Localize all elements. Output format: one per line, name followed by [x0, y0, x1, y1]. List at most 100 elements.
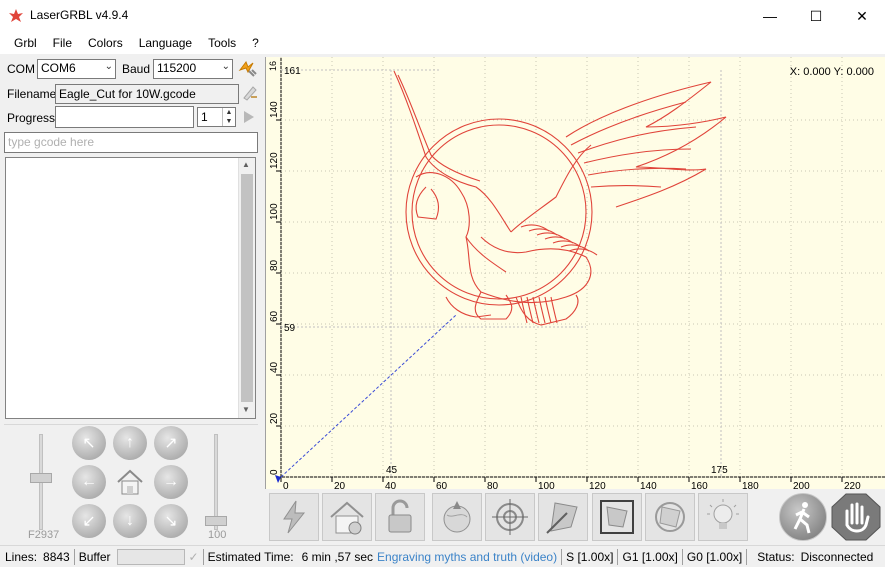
lines-label: Lines:	[5, 549, 38, 564]
jog-up-right-button[interactable]: ↗	[154, 426, 188, 460]
lines-count: 8843	[43, 549, 70, 564]
maximize-icon: ☐	[809, 7, 823, 24]
home-icon	[330, 501, 364, 535]
frame-box-icon	[600, 500, 634, 534]
reset-grbl-button[interactable]	[269, 493, 319, 541]
x-marker-right: 175	[711, 465, 728, 476]
step-size-label: 100	[208, 529, 227, 541]
x-tick-label: 120	[589, 481, 606, 489]
spindle-override[interactable]: S [1.00x]	[566, 550, 613, 564]
status-label: Status:	[757, 549, 795, 564]
scroll-thumb[interactable]	[241, 174, 253, 402]
menu-language[interactable]: Language	[131, 36, 200, 50]
buffer-check-icon: ✓	[188, 549, 199, 564]
arrow-up-icon: ↑	[126, 434, 134, 451]
filename-label: Filename	[7, 87, 57, 101]
y-tick-label: 40	[269, 361, 280, 373]
progress-label: Progress	[7, 111, 56, 125]
baud-rate-select[interactable]: 115200 ⌄	[153, 59, 233, 79]
globe-center-icon	[443, 501, 471, 533]
y-tick-label: 20	[269, 412, 280, 424]
x-tick-label: 180	[742, 481, 759, 489]
jog-up-button[interactable]: ↑	[113, 426, 147, 460]
resume-button[interactable]	[779, 493, 827, 541]
estimated-time-label: Estimated Time:	[207, 549, 294, 564]
buffer-label: Buffer	[78, 549, 111, 564]
step-slider-thumb[interactable]	[205, 515, 227, 526]
jog-left-button[interactable]: ←	[72, 465, 106, 499]
jog-down-button[interactable]: ↓	[113, 504, 147, 538]
x-tick-label: 160	[691, 481, 708, 489]
y-tick-partial: 16	[268, 61, 278, 71]
y-tick-label: 0	[269, 469, 280, 475]
gcode-command-input[interactable]: type gcode here	[4, 132, 258, 153]
engraving-video-link[interactable]: Engraving myths and truth (video)	[377, 550, 557, 564]
com-port-select[interactable]: COM6 ⌄	[37, 59, 116, 79]
connection-status: Disconnected	[800, 549, 874, 564]
connect-icon[interactable]	[236, 58, 258, 80]
scroll-up-icon[interactable]: ▲	[242, 160, 250, 169]
homing-button[interactable]	[322, 493, 372, 541]
title-bar: LaserGRBL v4.9.4 — ☐ ✕	[0, 0, 885, 32]
menu-grbl[interactable]: Grbl	[6, 36, 45, 50]
jog-down-right-button[interactable]: ↘	[154, 504, 188, 538]
preview-plot: 0 20 40 60 80 100 120 140 160 180 200 220 0 20 40 60 80…	[266, 57, 885, 492]
arrow-right-icon: →	[163, 473, 179, 490]
com-label: COM	[7, 62, 35, 76]
arrow-down-icon: ↓	[126, 512, 134, 529]
x-tick-label: 100	[538, 481, 555, 489]
console-log[interactable]: ▲ ▼	[5, 157, 256, 419]
laser-focus-button[interactable]	[698, 493, 748, 541]
x-tick-label: 0	[283, 481, 289, 489]
menu-file[interactable]: File	[45, 36, 80, 50]
g1-override[interactable]: G1 [1.00x]	[622, 550, 677, 564]
menu-help[interactable]: ?	[244, 36, 267, 50]
gcode-preview-canvas[interactable]: 0 20 40 60 80 100 120 140 160 180 200 220 0 20 40 60 80…	[265, 57, 885, 492]
y-tick-label: 120	[269, 152, 280, 169]
y-tick-label: 140	[269, 101, 280, 118]
open-file-icon[interactable]	[241, 84, 259, 102]
frame-job-button[interactable]	[592, 493, 642, 541]
go-to-start-button[interactable]	[538, 493, 588, 541]
focus-target-button[interactable]	[645, 493, 695, 541]
arrow-down-left-icon: ↙	[82, 513, 96, 530]
y-tick-label: 60	[269, 310, 280, 322]
jog-right-button[interactable]: →	[154, 465, 188, 499]
g0-override[interactable]: G0 [1.00x]	[687, 550, 742, 564]
unlock-button[interactable]	[375, 493, 425, 541]
gcode-placeholder: type gcode here	[8, 135, 95, 149]
feed-rate-label: F2937	[28, 529, 60, 541]
close-icon: ✕	[856, 7, 868, 24]
baud-label: Baud	[122, 62, 151, 76]
close-button[interactable]: ✕	[839, 0, 885, 32]
minimize-icon: —	[763, 8, 777, 24]
repeat-count-stepper[interactable]: ▲ ▼	[222, 108, 235, 126]
console-scrollbar[interactable]: ▲ ▼	[238, 158, 255, 418]
minimize-button[interactable]: —	[747, 0, 793, 32]
jog-home-button[interactable]	[113, 465, 147, 499]
y-tick-label: 100	[269, 203, 280, 220]
target-center-icon	[492, 499, 528, 535]
maximize-button[interactable]: ☐	[793, 0, 839, 32]
walk-icon	[793, 502, 811, 534]
feed-slider-thumb[interactable]	[30, 472, 52, 483]
repeat-count-value: 1	[201, 110, 208, 124]
run-play-icon[interactable]	[242, 109, 256, 125]
scroll-down-icon[interactable]: ▼	[242, 405, 250, 414]
laser-leaf-icon	[9, 9, 23, 22]
progress-bar	[55, 106, 194, 128]
y-marker-bottom: 59	[284, 323, 296, 334]
center-to-target-button[interactable]	[485, 493, 535, 541]
set-origin-button[interactable]	[432, 493, 482, 541]
menu-tools[interactable]: Tools	[200, 36, 244, 50]
arrow-down-right-icon: ↘	[164, 513, 178, 530]
menu-colors[interactable]: Colors	[80, 36, 131, 50]
jog-up-left-button[interactable]: ↖	[72, 426, 106, 460]
stop-button[interactable]	[831, 493, 881, 541]
estimated-time-value: 6 min ,57 sec	[301, 549, 374, 564]
lightning-spark-icon	[283, 500, 306, 534]
x-tick-label: 40	[385, 481, 397, 489]
arrow-up-right-icon: ↗	[164, 435, 178, 452]
jog-down-left-button[interactable]: ↙	[72, 504, 106, 538]
x-tick-label: 60	[436, 481, 448, 489]
